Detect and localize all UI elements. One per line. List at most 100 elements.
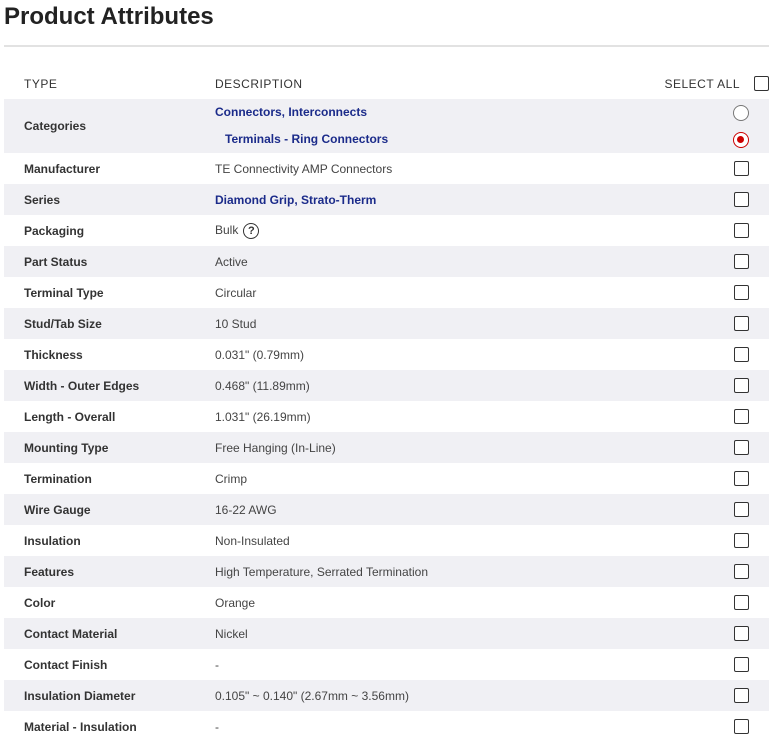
row-description: Crimp bbox=[215, 463, 649, 494]
row-checkbox[interactable] bbox=[734, 626, 749, 642]
table-header-row: TYPE DESCRIPTION SELECT ALL bbox=[4, 68, 769, 99]
row-description: Bulk? bbox=[215, 215, 649, 246]
row-checkbox[interactable] bbox=[734, 378, 749, 394]
table-row: Features High Temperature, Serrated Termi… bbox=[4, 556, 769, 587]
row-value: Bulk bbox=[215, 222, 239, 237]
row-type-label: Color bbox=[24, 595, 56, 610]
row-select-cell bbox=[649, 587, 769, 618]
table-row: Insulation Non-Insulated bbox=[4, 525, 769, 556]
table-row: Contact Finish - bbox=[4, 649, 769, 680]
row-checkbox[interactable] bbox=[734, 564, 749, 580]
row-value: TE Connectivity AMP Connectors bbox=[215, 161, 393, 176]
row-description: 0.031" (0.79mm) bbox=[215, 339, 649, 370]
row-checkbox[interactable] bbox=[734, 254, 749, 270]
table-row: Contact Material Nickel bbox=[4, 618, 769, 649]
row-checkbox[interactable] bbox=[734, 440, 749, 456]
row-select-cell bbox=[649, 339, 769, 370]
table-row: Length - Overall 1.031" (26.19mm) bbox=[4, 401, 769, 432]
series-link[interactable]: Diamond Grip, Strato-Therm bbox=[215, 193, 376, 207]
attributes-table: TYPE DESCRIPTION SELECT ALL Categories C… bbox=[4, 68, 769, 742]
category-radio-terminals[interactable] bbox=[733, 131, 749, 148]
row-select-cell bbox=[649, 153, 769, 184]
row-checkbox[interactable] bbox=[734, 409, 749, 425]
row-type-label: Length - Overall bbox=[24, 409, 116, 424]
table-row-categories: Categories Connectors, Interconnects Ter… bbox=[4, 99, 769, 153]
row-checkbox[interactable] bbox=[734, 316, 749, 332]
row-select-cell bbox=[649, 308, 769, 339]
table-row: Terminal Type Circular bbox=[4, 277, 769, 308]
row-value: - bbox=[215, 657, 219, 672]
row-value: High Temperature, Serrated Termination bbox=[215, 564, 428, 579]
table-row: Part Status Active bbox=[4, 246, 769, 277]
row-select-cell bbox=[649, 649, 769, 680]
table-row: Thickness 0.031" (0.79mm) bbox=[4, 339, 769, 370]
table-row: Color Orange bbox=[4, 587, 769, 618]
row-checkbox[interactable] bbox=[734, 192, 749, 208]
row-description: - bbox=[215, 711, 649, 742]
row-type-label: Insulation bbox=[24, 533, 81, 548]
row-select-cell bbox=[649, 432, 769, 463]
row-checkbox[interactable] bbox=[734, 719, 749, 735]
row-value: 16-22 AWG bbox=[215, 502, 277, 517]
row-checkbox[interactable] bbox=[734, 285, 749, 301]
row-checkbox[interactable] bbox=[734, 595, 749, 611]
row-select-cell bbox=[649, 494, 769, 525]
select-all-checkbox[interactable] bbox=[754, 76, 769, 91]
row-type-label: Width - Outer Edges bbox=[4, 370, 215, 401]
row-select-cell bbox=[649, 525, 769, 556]
table-row: Material - Insulation - bbox=[4, 711, 769, 742]
table-row: Width - Outer Edges 0.468" (11.89mm) bbox=[4, 370, 769, 401]
row-checkbox[interactable] bbox=[734, 223, 749, 239]
attribute-rows: Manufacturer TE Connectivity AMP Connecto… bbox=[4, 153, 769, 742]
row-type-label: Stud/Tab Size bbox=[4, 308, 215, 339]
row-description: Orange bbox=[215, 587, 649, 618]
row-checkbox[interactable] bbox=[734, 347, 749, 363]
row-value: Active bbox=[215, 254, 248, 269]
row-type-label: Contact Finish bbox=[24, 657, 108, 672]
row-type-label: Features bbox=[4, 556, 215, 587]
row-description: 0.468" (11.89mm) bbox=[215, 370, 649, 401]
row-select-cell bbox=[649, 246, 769, 277]
row-type-label: Series bbox=[4, 184, 215, 215]
table-row: Wire Gauge 16-22 AWG bbox=[4, 494, 769, 525]
category-link-connectors[interactable]: Connectors, Interconnects bbox=[215, 105, 367, 119]
row-checkbox[interactable] bbox=[734, 471, 749, 487]
header-select-all: SELECT ALL bbox=[649, 68, 769, 99]
row-type-label: Part Status bbox=[4, 246, 215, 277]
row-checkbox[interactable] bbox=[734, 533, 749, 549]
row-value: 0.468" (11.89mm) bbox=[215, 378, 310, 393]
row-value: Orange bbox=[215, 595, 256, 610]
table-row: Packaging Bulk? bbox=[4, 215, 769, 246]
row-select-cell bbox=[649, 711, 769, 742]
row-description: 0.105" ~ 0.140" (2.67mm ~ 3.56mm) bbox=[215, 680, 649, 711]
table-row: Stud/Tab Size 10 Stud bbox=[4, 308, 769, 339]
table-row: Mounting Type Free Hanging (In-Line) bbox=[4, 432, 769, 463]
row-select-cell bbox=[649, 277, 769, 308]
row-value: Free Hanging (In-Line) bbox=[215, 440, 336, 455]
row-description: Diamond Grip, Strato-Therm bbox=[215, 184, 649, 215]
row-description: 10 Stud bbox=[215, 308, 649, 339]
row-checkbox[interactable] bbox=[734, 657, 749, 673]
title-divider bbox=[4, 45, 769, 47]
row-type-label: Thickness bbox=[24, 347, 83, 362]
row-description: 1.031" (26.19mm) bbox=[215, 401, 649, 432]
row-type-label: Wire Gauge bbox=[4, 494, 215, 525]
category-link-terminals[interactable]: Terminals - Ring Connectors bbox=[225, 132, 388, 146]
row-select-cell bbox=[649, 618, 769, 649]
row-description: Active bbox=[215, 246, 649, 277]
row-type-label: Categories bbox=[4, 99, 215, 153]
row-description: TE Connectivity AMP Connectors bbox=[215, 153, 649, 184]
categories-radios bbox=[649, 99, 769, 153]
question-circle-icon[interactable]: ? bbox=[243, 222, 260, 239]
select-all-label: SELECT ALL bbox=[664, 76, 740, 91]
row-value: - bbox=[215, 719, 219, 734]
row-select-cell bbox=[649, 401, 769, 432]
row-checkbox[interactable] bbox=[734, 688, 749, 704]
row-description: 16-22 AWG bbox=[215, 494, 649, 525]
row-value: Nickel bbox=[215, 626, 248, 641]
row-checkbox[interactable] bbox=[734, 502, 749, 518]
row-select-cell bbox=[649, 370, 769, 401]
row-checkbox[interactable] bbox=[734, 161, 749, 177]
category-radio-connectors[interactable] bbox=[733, 104, 749, 121]
categories-description: Connectors, Interconnects Terminals - Ri… bbox=[215, 99, 649, 153]
